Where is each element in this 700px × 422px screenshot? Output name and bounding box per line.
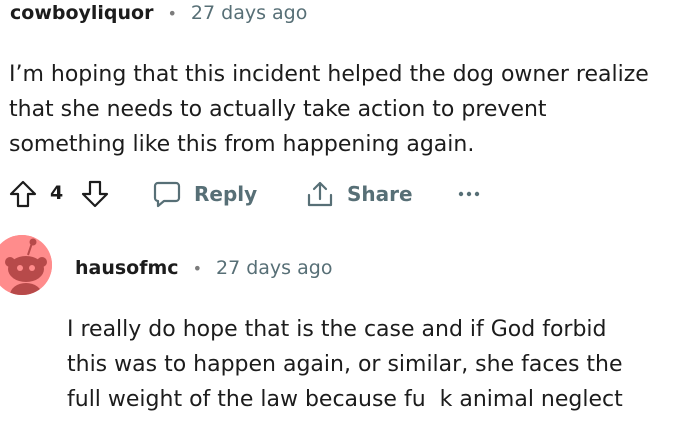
comment-bubble-icon (153, 181, 181, 208)
comment-header: cowboyliquor • 27 days ago (10, 0, 307, 26)
vote-count: 4 (50, 182, 64, 204)
comment-body-line: something like this from happening again… (9, 132, 475, 157)
avatar[interactable] (0, 235, 52, 295)
share-button[interactable]: Share (305, 172, 413, 216)
comment-action-bar: 4 Reply Share (0, 172, 700, 216)
separator-dot: • (192, 258, 203, 278)
separator-dot: • (167, 3, 177, 23)
downvote-arrow-icon (81, 180, 109, 208)
upvote-button[interactable] (8, 172, 38, 216)
snoo-avatar-icon (0, 235, 52, 295)
username-link[interactable]: hausofmc (75, 257, 179, 279)
comment-body: I really do hope that is the case and if… (67, 312, 697, 417)
comment-body-line: I’m hoping that this incident helped the… (9, 62, 649, 87)
comment-body-line: I really do hope that is the case and if… (67, 317, 607, 342)
share-label: Share (347, 182, 413, 206)
timestamp[interactable]: 27 days ago (191, 2, 307, 24)
reply-label: Reply (194, 182, 258, 206)
reply-button[interactable]: Reply (152, 172, 257, 216)
ellipsis-icon (458, 191, 480, 197)
comment-body-line: full weight of the law because fu k anim… (67, 387, 623, 412)
timestamp[interactable]: 27 days ago (216, 257, 332, 279)
comment-body-line: that she needs to actually take action t… (9, 97, 547, 122)
username-link[interactable]: cowboyliquor (10, 2, 153, 24)
more-options-button[interactable] (456, 172, 482, 216)
comment-header: hausofmc • 27 days ago (75, 254, 332, 282)
share-icon (307, 181, 333, 207)
downvote-button[interactable] (80, 172, 110, 216)
upvote-arrow-icon (9, 180, 37, 208)
comment-body: I’m hoping that this incident helped the… (9, 57, 699, 162)
comment-body-line: this was to happen again, or similar, sh… (67, 352, 623, 377)
